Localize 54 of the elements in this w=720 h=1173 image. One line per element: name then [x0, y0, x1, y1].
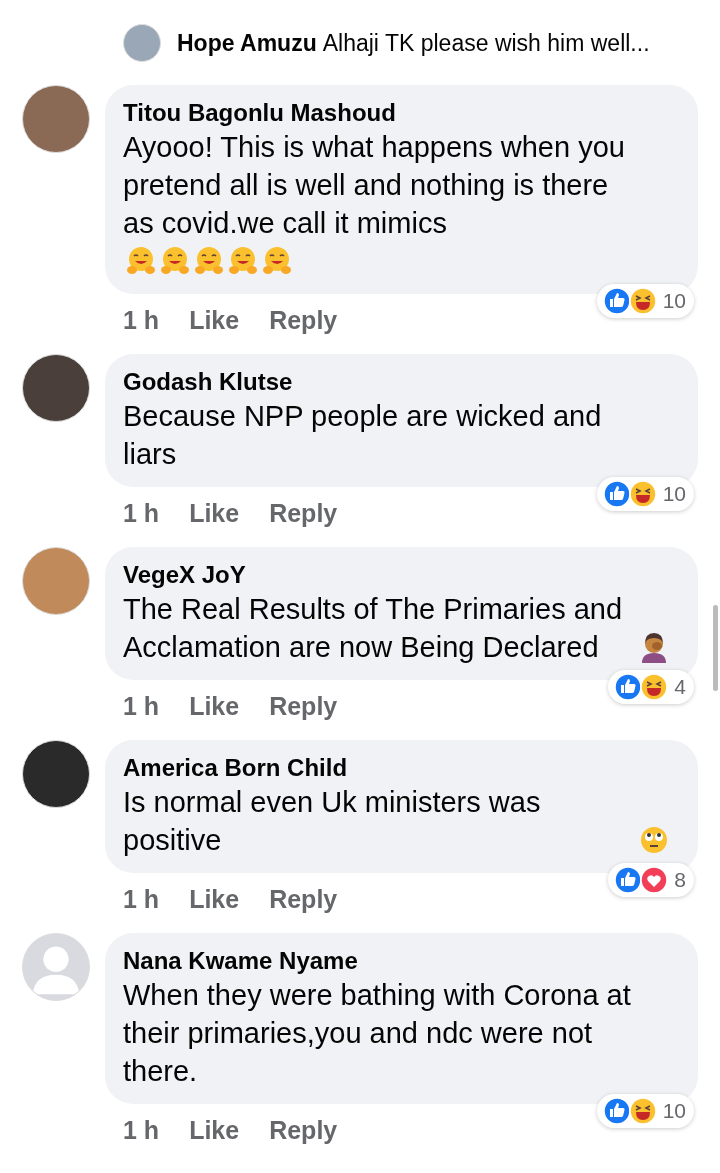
comment-time: 1 h — [123, 1115, 160, 1145]
like-link[interactable]: Like — [189, 1115, 240, 1145]
reply-link[interactable]: Reply — [269, 884, 338, 914]
commenter-name[interactable]: Titou Bagonlu Mashoud — [123, 98, 678, 128]
hugging-face-icon — [227, 245, 259, 277]
commenter-name[interactable]: VegeX JoY — [123, 560, 678, 590]
reply-link[interactable]: Reply — [269, 1115, 338, 1145]
like-link[interactable]: Like — [189, 305, 240, 335]
reaction-count: 4 — [674, 675, 686, 699]
comment-time: 1 h — [123, 884, 160, 914]
comment-time: 1 h — [123, 305, 160, 335]
commenter-name[interactable]: Nana Kwame Nyame — [123, 946, 678, 976]
comment-time: 1 h — [123, 498, 160, 528]
like-link[interactable]: Like — [189, 691, 240, 721]
reply-link[interactable]: Reply — [269, 691, 338, 721]
reaction-count: 10 — [662, 482, 686, 506]
laughing-reaction-icon — [628, 1097, 657, 1125]
comment-text: The Real Results of The Primaries and Acclamation are now Being Declared — [123, 592, 624, 665]
comment-text: Ayooo! This is what happens when you pretend all is well and nothing is there as covid.we call it mimics — [123, 130, 626, 241]
reply-link[interactable]: Reply — [269, 498, 338, 528]
like-link[interactable]: Like — [189, 884, 240, 914]
reactions-pill[interactable]: 10 — [596, 477, 694, 511]
commenter-name[interactable]: Godash Klutse — [123, 367, 678, 397]
scrollbar[interactable] — [713, 605, 718, 691]
comment-text: When they were bathing with Corona at their primaries,you and ndc were not there. — [123, 978, 632, 1089]
reply-link[interactable]: Reply — [269, 305, 338, 335]
like-reaction-icon — [614, 866, 643, 894]
reactions-pill[interactable]: 10 — [596, 1094, 694, 1128]
comment-time: 1 h — [123, 691, 160, 721]
laughing-reaction-icon — [628, 287, 657, 315]
hugging-face-icon — [193, 245, 225, 277]
like-reaction-icon — [614, 673, 643, 701]
comment-text: Is normal even Uk ministers was positive — [123, 785, 542, 858]
like-link[interactable]: Like — [189, 498, 240, 528]
heart-reaction-icon — [640, 866, 669, 894]
laughing-reaction-icon — [628, 480, 657, 508]
reaction-count: 10 — [662, 1099, 686, 1123]
hugging-face-icon — [125, 245, 157, 277]
like-reaction-icon — [602, 287, 631, 315]
laughing-reaction-icon — [640, 673, 669, 701]
reactions-pill[interactable]: 4 — [608, 670, 694, 704]
like-reaction-icon — [602, 480, 631, 508]
reactions-pill[interactable]: 8 — [608, 863, 694, 897]
reaction-count: 8 — [674, 868, 686, 892]
comment-text: Because NPP people are wicked and liars — [123, 399, 603, 472]
commenter-name[interactable]: America Born Child — [123, 753, 678, 783]
like-reaction-icon — [602, 1097, 631, 1125]
facepalm-person-icon — [639, 631, 669, 663]
reply-preview-text[interactable]: Hope Amuzu Alhaji TK please wish him well... — [177, 29, 650, 57]
eye-roll-face-icon — [639, 825, 669, 855]
hugging-face-icon — [159, 245, 191, 277]
reaction-count: 10 — [662, 289, 686, 313]
reactions-pill[interactable]: 10 — [596, 284, 694, 318]
hugging-face-icon — [261, 245, 293, 277]
